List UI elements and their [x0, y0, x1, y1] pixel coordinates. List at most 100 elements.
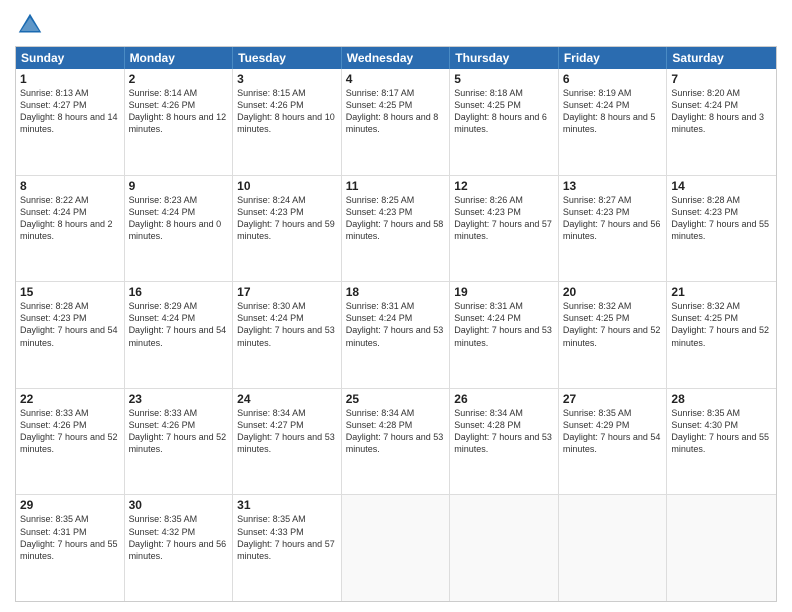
- header-day-sunday: Sunday: [16, 47, 125, 69]
- day-info: Sunrise: 8:28 AMSunset: 4:23 PMDaylight:…: [20, 301, 118, 347]
- day-number: 24: [237, 392, 337, 406]
- day-cell-28: 28 Sunrise: 8:35 AMSunset: 4:30 PMDaylig…: [667, 389, 776, 495]
- day-cell-19: 19 Sunrise: 8:31 AMSunset: 4:24 PMDaylig…: [450, 282, 559, 388]
- empty-cell: [342, 495, 451, 601]
- day-info: Sunrise: 8:25 AMSunset: 4:23 PMDaylight:…: [346, 195, 444, 241]
- day-number: 28: [671, 392, 772, 406]
- day-info: Sunrise: 8:34 AMSunset: 4:28 PMDaylight:…: [346, 408, 444, 454]
- day-cell-29: 29 Sunrise: 8:35 AMSunset: 4:31 PMDaylig…: [16, 495, 125, 601]
- day-number: 3: [237, 72, 337, 86]
- day-number: 10: [237, 179, 337, 193]
- calendar-week-5: 29 Sunrise: 8:35 AMSunset: 4:31 PMDaylig…: [16, 494, 776, 601]
- header-day-monday: Monday: [125, 47, 234, 69]
- calendar-week-2: 8 Sunrise: 8:22 AMSunset: 4:24 PMDayligh…: [16, 175, 776, 282]
- day-number: 12: [454, 179, 554, 193]
- day-number: 26: [454, 392, 554, 406]
- header-day-tuesday: Tuesday: [233, 47, 342, 69]
- day-info: Sunrise: 8:26 AMSunset: 4:23 PMDaylight:…: [454, 195, 552, 241]
- header: [15, 10, 777, 40]
- day-number: 2: [129, 72, 229, 86]
- day-info: Sunrise: 8:35 AMSunset: 4:31 PMDaylight:…: [20, 514, 118, 560]
- logo: [15, 10, 49, 40]
- day-info: Sunrise: 8:34 AMSunset: 4:28 PMDaylight:…: [454, 408, 552, 454]
- day-number: 8: [20, 179, 120, 193]
- day-info: Sunrise: 8:34 AMSunset: 4:27 PMDaylight:…: [237, 408, 335, 454]
- day-cell-10: 10 Sunrise: 8:24 AMSunset: 4:23 PMDaylig…: [233, 176, 342, 282]
- day-info: Sunrise: 8:24 AMSunset: 4:23 PMDaylight:…: [237, 195, 335, 241]
- day-cell-7: 7 Sunrise: 8:20 AMSunset: 4:24 PMDayligh…: [667, 69, 776, 175]
- day-cell-18: 18 Sunrise: 8:31 AMSunset: 4:24 PMDaylig…: [342, 282, 451, 388]
- calendar-week-4: 22 Sunrise: 8:33 AMSunset: 4:26 PMDaylig…: [16, 388, 776, 495]
- day-number: 14: [671, 179, 772, 193]
- day-info: Sunrise: 8:15 AMSunset: 4:26 PMDaylight:…: [237, 88, 335, 134]
- day-cell-24: 24 Sunrise: 8:34 AMSunset: 4:27 PMDaylig…: [233, 389, 342, 495]
- day-number: 9: [129, 179, 229, 193]
- header-day-friday: Friday: [559, 47, 668, 69]
- page: SundayMondayTuesdayWednesdayThursdayFrid…: [0, 0, 792, 612]
- day-info: Sunrise: 8:33 AMSunset: 4:26 PMDaylight:…: [129, 408, 227, 454]
- day-number: 29: [20, 498, 120, 512]
- header-day-saturday: Saturday: [667, 47, 776, 69]
- day-cell-13: 13 Sunrise: 8:27 AMSunset: 4:23 PMDaylig…: [559, 176, 668, 282]
- day-info: Sunrise: 8:18 AMSunset: 4:25 PMDaylight:…: [454, 88, 547, 134]
- day-info: Sunrise: 8:27 AMSunset: 4:23 PMDaylight:…: [563, 195, 661, 241]
- day-info: Sunrise: 8:22 AMSunset: 4:24 PMDaylight:…: [20, 195, 113, 241]
- empty-cell: [450, 495, 559, 601]
- day-info: Sunrise: 8:29 AMSunset: 4:24 PMDaylight:…: [129, 301, 227, 347]
- header-day-thursday: Thursday: [450, 47, 559, 69]
- day-cell-1: 1 Sunrise: 8:13 AMSunset: 4:27 PMDayligh…: [16, 69, 125, 175]
- day-cell-15: 15 Sunrise: 8:28 AMSunset: 4:23 PMDaylig…: [16, 282, 125, 388]
- day-number: 16: [129, 285, 229, 299]
- day-cell-26: 26 Sunrise: 8:34 AMSunset: 4:28 PMDaylig…: [450, 389, 559, 495]
- day-cell-11: 11 Sunrise: 8:25 AMSunset: 4:23 PMDaylig…: [342, 176, 451, 282]
- day-cell-6: 6 Sunrise: 8:19 AMSunset: 4:24 PMDayligh…: [559, 69, 668, 175]
- day-number: 13: [563, 179, 663, 193]
- day-number: 19: [454, 285, 554, 299]
- day-info: Sunrise: 8:14 AMSunset: 4:26 PMDaylight:…: [129, 88, 227, 134]
- day-info: Sunrise: 8:23 AMSunset: 4:24 PMDaylight:…: [129, 195, 222, 241]
- day-number: 17: [237, 285, 337, 299]
- calendar-body: 1 Sunrise: 8:13 AMSunset: 4:27 PMDayligh…: [16, 69, 776, 601]
- logo-icon: [15, 10, 45, 40]
- day-info: Sunrise: 8:35 AMSunset: 4:30 PMDaylight:…: [671, 408, 769, 454]
- day-cell-8: 8 Sunrise: 8:22 AMSunset: 4:24 PMDayligh…: [16, 176, 125, 282]
- calendar-week-3: 15 Sunrise: 8:28 AMSunset: 4:23 PMDaylig…: [16, 281, 776, 388]
- day-info: Sunrise: 8:32 AMSunset: 4:25 PMDaylight:…: [671, 301, 769, 347]
- day-number: 1: [20, 72, 120, 86]
- day-number: 15: [20, 285, 120, 299]
- day-cell-20: 20 Sunrise: 8:32 AMSunset: 4:25 PMDaylig…: [559, 282, 668, 388]
- day-cell-22: 22 Sunrise: 8:33 AMSunset: 4:26 PMDaylig…: [16, 389, 125, 495]
- day-info: Sunrise: 8:35 AMSunset: 4:29 PMDaylight:…: [563, 408, 661, 454]
- day-cell-14: 14 Sunrise: 8:28 AMSunset: 4:23 PMDaylig…: [667, 176, 776, 282]
- header-day-wednesday: Wednesday: [342, 47, 451, 69]
- day-number: 18: [346, 285, 446, 299]
- day-info: Sunrise: 8:32 AMSunset: 4:25 PMDaylight:…: [563, 301, 661, 347]
- day-info: Sunrise: 8:13 AMSunset: 4:27 PMDaylight:…: [20, 88, 118, 134]
- day-cell-17: 17 Sunrise: 8:30 AMSunset: 4:24 PMDaylig…: [233, 282, 342, 388]
- calendar: SundayMondayTuesdayWednesdayThursdayFrid…: [15, 46, 777, 602]
- day-info: Sunrise: 8:17 AMSunset: 4:25 PMDaylight:…: [346, 88, 439, 134]
- day-info: Sunrise: 8:30 AMSunset: 4:24 PMDaylight:…: [237, 301, 335, 347]
- day-cell-30: 30 Sunrise: 8:35 AMSunset: 4:32 PMDaylig…: [125, 495, 234, 601]
- calendar-week-1: 1 Sunrise: 8:13 AMSunset: 4:27 PMDayligh…: [16, 69, 776, 175]
- day-info: Sunrise: 8:33 AMSunset: 4:26 PMDaylight:…: [20, 408, 118, 454]
- day-cell-5: 5 Sunrise: 8:18 AMSunset: 4:25 PMDayligh…: [450, 69, 559, 175]
- day-number: 20: [563, 285, 663, 299]
- day-info: Sunrise: 8:20 AMSunset: 4:24 PMDaylight:…: [671, 88, 764, 134]
- day-number: 23: [129, 392, 229, 406]
- empty-cell: [667, 495, 776, 601]
- day-number: 5: [454, 72, 554, 86]
- day-number: 21: [671, 285, 772, 299]
- day-cell-3: 3 Sunrise: 8:15 AMSunset: 4:26 PMDayligh…: [233, 69, 342, 175]
- day-number: 6: [563, 72, 663, 86]
- day-number: 11: [346, 179, 446, 193]
- day-info: Sunrise: 8:35 AMSunset: 4:33 PMDaylight:…: [237, 514, 335, 560]
- calendar-header: SundayMondayTuesdayWednesdayThursdayFrid…: [16, 47, 776, 69]
- day-cell-12: 12 Sunrise: 8:26 AMSunset: 4:23 PMDaylig…: [450, 176, 559, 282]
- day-number: 25: [346, 392, 446, 406]
- day-info: Sunrise: 8:31 AMSunset: 4:24 PMDaylight:…: [346, 301, 444, 347]
- empty-cell: [559, 495, 668, 601]
- day-cell-9: 9 Sunrise: 8:23 AMSunset: 4:24 PMDayligh…: [125, 176, 234, 282]
- day-number: 30: [129, 498, 229, 512]
- day-cell-27: 27 Sunrise: 8:35 AMSunset: 4:29 PMDaylig…: [559, 389, 668, 495]
